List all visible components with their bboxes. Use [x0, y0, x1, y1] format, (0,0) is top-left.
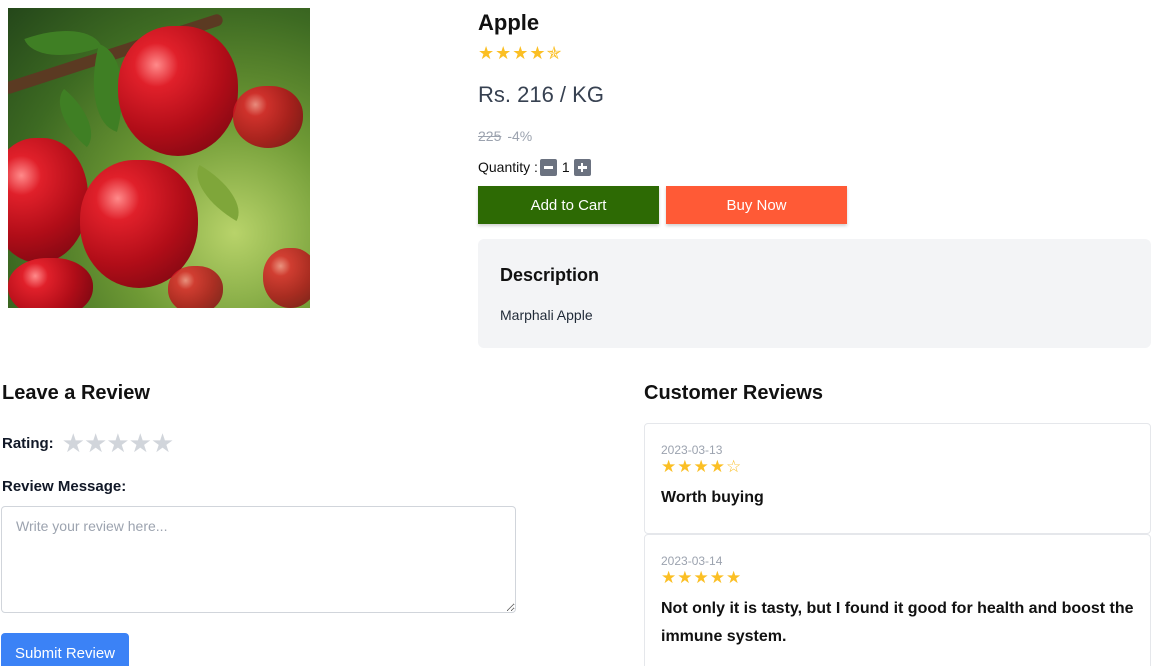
apple-shape	[118, 26, 238, 156]
description-title: Description	[500, 265, 600, 285]
product-price: Rs. 216 / KG	[478, 82, 604, 107]
review-card: 2023-03-14 ★★★★★ Not only it is tasty, b…	[644, 534, 1151, 666]
review-text: Worth buying	[661, 489, 764, 506]
review-text: Not only it is tasty, but I found it goo…	[661, 600, 1134, 645]
review-date: 2023-03-13	[661, 443, 723, 457]
decrease-quantity-button[interactable]	[539, 158, 557, 176]
product-rating-stars: ★★★★✯	[478, 43, 563, 63]
apple-shape	[233, 86, 303, 148]
old-price-row: 225 -4%	[478, 128, 532, 144]
review-card: 2023-03-13 ★★★★☆ Worth buying	[644, 423, 1151, 534]
rating-star-input[interactable]: ★★★★★	[62, 430, 175, 456]
buy-now-button[interactable]: Buy Now	[666, 186, 847, 224]
review-message-input[interactable]	[1, 506, 516, 613]
apple-shape	[168, 266, 223, 308]
product-title: Apple	[478, 10, 540, 35]
submit-review-button[interactable]: Submit Review	[1, 633, 129, 666]
description-text: Marphali Apple	[500, 307, 593, 323]
product-image	[8, 8, 310, 308]
old-price: 225	[478, 128, 502, 144]
apple-shape	[8, 258, 93, 308]
leave-review-heading: Leave a Review	[2, 382, 150, 404]
increase-quantity-button[interactable]	[573, 158, 591, 176]
quantity-label: Quantity :	[478, 159, 538, 175]
rating-label: Rating:	[2, 434, 54, 452]
review-stars: ★★★★☆	[661, 457, 743, 476]
customer-reviews-heading: Customer Reviews	[644, 382, 823, 404]
apple-shape	[8, 138, 88, 263]
apple-shape	[263, 248, 310, 308]
description-panel: Description Marphali Apple	[478, 239, 1151, 348]
quantity-stepper: Quantity : 1	[478, 157, 591, 177]
minus-icon	[543, 166, 553, 169]
quantity-value: 1	[561, 159, 570, 175]
discount-badge: -4%	[507, 128, 533, 144]
rating-row: Rating: ★★★★★	[2, 430, 175, 456]
review-stars: ★★★★★	[661, 568, 743, 587]
review-message-label: Review Message:	[2, 478, 127, 495]
add-to-cart-button[interactable]: Add to Cart	[478, 186, 659, 224]
review-date: 2023-03-14	[661, 554, 723, 568]
